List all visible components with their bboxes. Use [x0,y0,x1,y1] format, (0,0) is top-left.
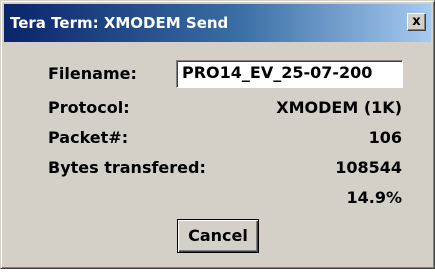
title-bar[interactable]: Tera Term: XMODEM Send x [4,4,431,42]
protocol-label: Protocol: [48,98,130,117]
close-icon: x [412,14,421,29]
close-button[interactable]: x [407,13,426,31]
filename-field[interactable]: PRO14_EV_25-07-200 [176,60,403,88]
packet-value: 106 [368,128,402,147]
bytes-transferred-value: 108544 [335,158,402,177]
window-title: Tera Term: XMODEM Send [10,14,229,32]
filename-label: Filename: [48,64,137,83]
progress-percent: 14.9% [346,188,402,207]
protocol-value: XMODEM (1K) [276,98,402,117]
bytes-transferred-label: Bytes transfered: [48,158,206,177]
cancel-button[interactable]: Cancel [177,219,259,253]
packet-label: Packet#: [48,128,129,147]
xmodem-send-dialog: Tera Term: XMODEM Send x Filename: PRO14… [0,0,435,269]
